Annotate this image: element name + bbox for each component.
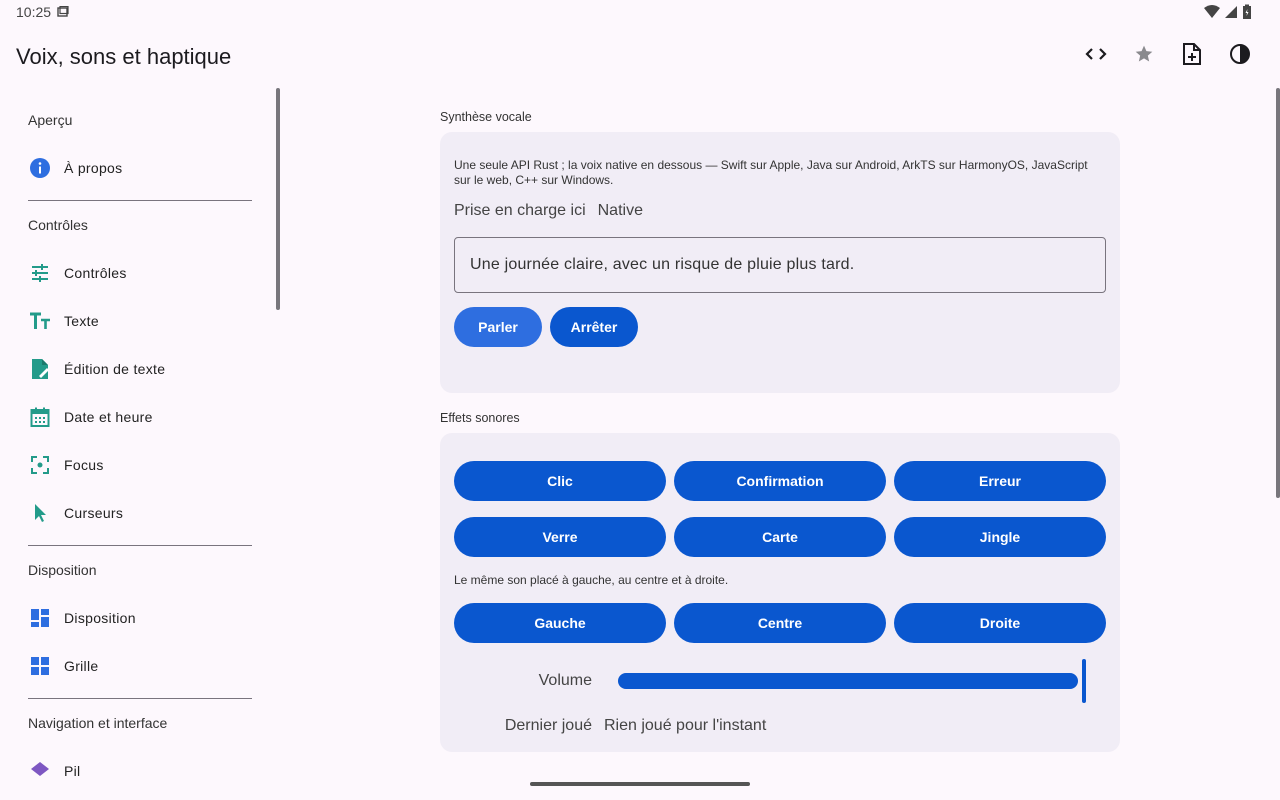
sidebar-item-partial[interactable]: Pil	[16, 751, 260, 778]
support-label: Prise en charge ici	[454, 202, 586, 219]
sidebar-item-focus[interactable]: Focus	[16, 445, 260, 485]
sidebar-item-texte[interactable]: Texte	[16, 301, 260, 341]
sidebar-item-grille[interactable]: Grille	[16, 646, 260, 686]
appbar-actions	[1072, 40, 1264, 72]
grid-icon	[16, 646, 64, 686]
contrast-toggle-button[interactable]	[1216, 40, 1264, 72]
sound-jingle-button[interactable]: Jingle	[894, 517, 1106, 557]
sound-glass-button[interactable]: Verre	[454, 517, 666, 557]
sidebar-item-label: À propos	[64, 160, 123, 176]
tts-section-title: Synthèse vocale	[440, 110, 532, 124]
sound-card-button[interactable]: Carte	[674, 517, 886, 557]
pan-description: Le même son placé à gauche, au centre et…	[454, 573, 729, 587]
sound-confirmation-button[interactable]: Confirmation	[674, 461, 886, 501]
pan-center-button[interactable]: Centre	[674, 603, 886, 643]
section-header-apercu: Aperçu	[28, 112, 73, 128]
sidebar-item-label: Pil	[64, 763, 81, 778]
code-button[interactable]	[1072, 40, 1120, 72]
speak-button[interactable]: Parler	[454, 307, 542, 347]
calendar-icon	[16, 397, 64, 437]
center-focus-icon	[16, 445, 64, 485]
support-row: Prise en charge ici Native	[454, 202, 643, 220]
volume-label: Volume	[538, 672, 592, 689]
code-icon	[1085, 43, 1107, 70]
sidebar-item-label: Édition de texte	[64, 361, 166, 377]
tts-card: Une seule API Rust ; la voix native en d…	[440, 132, 1120, 393]
sidebar-item-disposition[interactable]: Disposition	[16, 598, 260, 638]
dashboard-icon	[16, 598, 64, 638]
sidebar-item-label: Curseurs	[64, 505, 124, 521]
page-title: Voix, sons et haptique	[16, 44, 232, 69]
sidebar-item-label: Date et heure	[64, 409, 153, 425]
screenshot-notification-icon	[57, 5, 69, 23]
sidebar-scrollbar[interactable]	[276, 88, 280, 310]
wifi-icon	[1204, 5, 1220, 24]
sidebar-item-label: Texte	[64, 313, 99, 329]
text-fields-icon	[16, 301, 64, 341]
sound-error-button[interactable]: Erreur	[894, 461, 1106, 501]
sidebar-item-a-propos[interactable]: À propos	[16, 148, 260, 188]
contrast-icon	[1229, 43, 1251, 70]
pan-right-button[interactable]: Droite	[894, 603, 1106, 643]
sound-click-button[interactable]: Clic	[454, 461, 666, 501]
section-header-navigation: Navigation et interface	[28, 715, 168, 731]
sidebar-item-label: Disposition	[64, 610, 136, 626]
edit-document-icon	[16, 349, 64, 389]
stop-button[interactable]: Arrêter	[550, 307, 638, 347]
sidebar-item-curseurs[interactable]: Curseurs	[16, 493, 260, 533]
sidebar-divider	[28, 545, 252, 546]
status-time: 10:25	[16, 4, 52, 20]
sfx-card: Clic Confirmation Erreur Verre Carte Jin…	[440, 433, 1120, 752]
support-value: Native	[597, 202, 643, 219]
sidebar-divider	[28, 200, 252, 201]
sidebar-item-edition-texte[interactable]: Édition de texte	[16, 349, 260, 389]
gesture-home-bar[interactable]	[530, 782, 750, 786]
volume-slider-thumb[interactable]	[1082, 659, 1086, 703]
signal-icon	[1224, 5, 1238, 24]
volume-slider-track[interactable]	[618, 673, 1078, 689]
favorite-button[interactable]	[1120, 40, 1168, 72]
sidebar-divider	[28, 698, 252, 699]
star-icon	[1134, 44, 1154, 69]
last-played-label: Dernier joué	[504, 717, 592, 734]
battery-icon	[1242, 4, 1252, 25]
sfx-section-title: Effets sonores	[440, 411, 520, 425]
info-icon	[16, 148, 64, 188]
tts-description: Une seule API Rust ; la voix native en d…	[454, 158, 1088, 187]
tts-text-input[interactable]: Une journée claire, avec un risque de pl…	[454, 237, 1106, 293]
sidebar-item-controles[interactable]: Contrôles	[16, 253, 260, 293]
main-scrollbar[interactable]	[1276, 88, 1280, 498]
note-add-icon	[1182, 42, 1202, 70]
new-document-button[interactable]	[1168, 40, 1216, 72]
layers-icon	[16, 751, 64, 778]
status-bar: 10:25	[0, 0, 1280, 24]
pan-left-button[interactable]: Gauche	[454, 603, 666, 643]
pointer-icon	[16, 493, 64, 533]
section-header-controles: Contrôles	[28, 217, 88, 233]
sidebar-item-date-heure[interactable]: Date et heure	[16, 397, 260, 437]
sidebar-item-label: Grille	[64, 658, 99, 674]
tune-icon	[16, 253, 64, 293]
sidebar-item-label: Contrôles	[64, 265, 127, 281]
sidebar-item-label: Focus	[64, 457, 104, 473]
last-played-value: Rien joué pour l'instant	[604, 717, 767, 734]
section-header-disposition: Disposition	[28, 562, 97, 578]
